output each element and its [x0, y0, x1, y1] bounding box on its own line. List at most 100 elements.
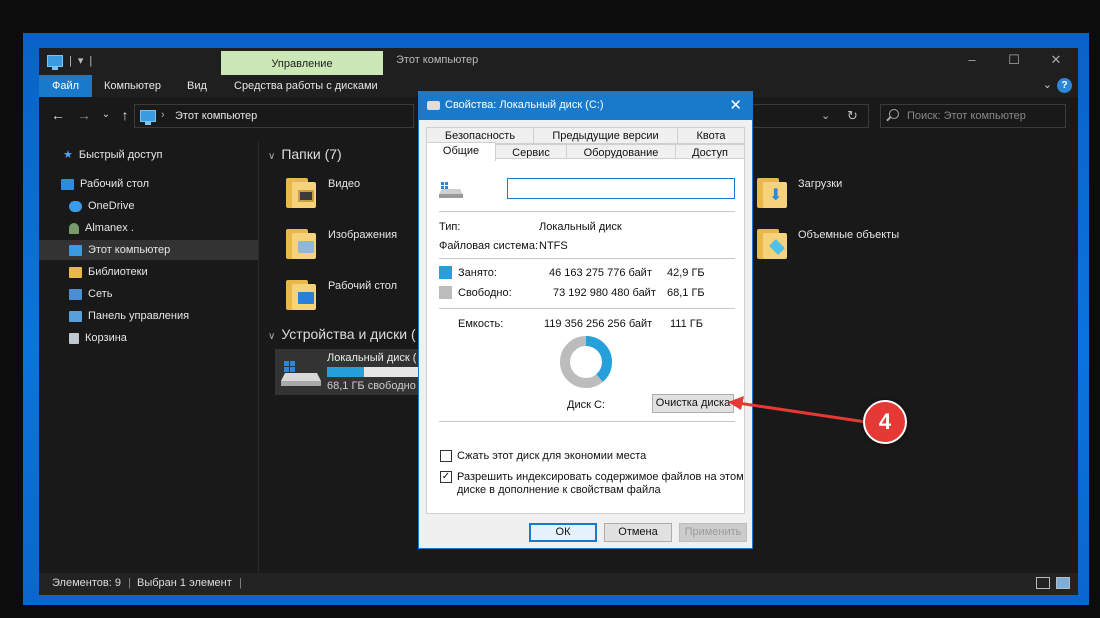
manage-context-tab[interactable]: Управление	[221, 51, 383, 75]
3d-objects-folder-icon[interactable]	[757, 227, 787, 259]
used-gb: 42,9 ГБ	[667, 267, 705, 279]
sidebar-item-label: Корзина	[85, 332, 127, 344]
sidebar-item-libraries[interactable]: Библиотеки	[69, 262, 148, 282]
recent-locations-chevron-icon[interactable]: ⌄	[97, 109, 115, 120]
status-bar: Элементов: 9 | Выбран 1 элемент |	[39, 573, 1078, 595]
address-bar[interactable]: › Этот компьютер	[134, 104, 414, 128]
downloads-folder-icon[interactable]: ⬇	[757, 176, 787, 208]
divider	[439, 258, 735, 259]
sidebar-item-recycle-bin[interactable]: Корзина	[69, 328, 127, 348]
collapse-chevron-icon[interactable]: ∨	[268, 331, 275, 342]
step-number-badge: 4	[863, 400, 907, 444]
refresh-icon[interactable]: ↻	[847, 108, 858, 124]
folder-label-3d-objects[interactable]: Объемные объекты	[798, 229, 899, 241]
title-bar: | ▾ | Управление Этот компьютер – ☐ ✕	[39, 48, 1078, 75]
pictures-folder-icon[interactable]	[286, 227, 316, 259]
videos-folder-icon[interactable]	[286, 176, 316, 208]
help-icon[interactable]: ?	[1057, 78, 1072, 93]
minimize-icon[interactable]: –	[957, 52, 987, 67]
cancel-button[interactable]: Отмена	[604, 523, 672, 542]
quick-access-toolbar: | ▾ |	[47, 54, 93, 70]
star-icon: ★	[63, 149, 73, 161]
desktop-folder-icon[interactable]	[286, 278, 316, 310]
tab-computer[interactable]: Компьютер	[94, 75, 171, 97]
window-title: Этот компьютер	[396, 54, 479, 66]
compress-checkbox[interactable]	[440, 450, 452, 462]
maximize-icon[interactable]: ☐	[999, 52, 1029, 68]
type-label: Тип:	[439, 221, 461, 233]
local-disk-tile[interactable]: Локальный диск ( 68,1 ГБ свободно	[275, 349, 423, 395]
collapse-chevron-icon[interactable]: ∨	[268, 151, 275, 162]
quick-access-dropdown-icon[interactable]: ▾	[78, 54, 84, 67]
tab-drive-tools[interactable]: Средства работы с дисками	[224, 75, 388, 97]
separator-icon: |	[69, 54, 72, 67]
devices-group-header[interactable]: ∨ Устройства и диски (	[268, 326, 416, 342]
sidebar-item-desktop[interactable]: Рабочий стол	[61, 174, 149, 194]
dialog-title: Свойства: Локальный диск (C:)	[445, 99, 604, 111]
general-tab-panel: Тип: Локальный диск Файловая система: NT…	[426, 158, 745, 514]
view-switcher	[1036, 577, 1070, 589]
hard-drive-icon	[439, 182, 463, 198]
hard-drive-icon	[281, 361, 321, 386]
network-icon	[69, 288, 82, 300]
separator-icon: |	[89, 54, 93, 67]
ok-button[interactable]: ОК	[529, 523, 597, 542]
tab-general[interactable]: Общие	[426, 142, 496, 161]
tab-previous-versions[interactable]: Предыдущие версии	[533, 127, 678, 144]
drive-usage-fill	[327, 367, 365, 377]
free-gb: 68,1 ГБ	[667, 287, 705, 299]
compress-label[interactable]: Сжать этот диск для экономии места	[457, 450, 646, 462]
sidebar-item-this-pc[interactable]: Этот компьютер	[39, 240, 258, 260]
used-space-swatch	[439, 266, 452, 279]
large-icons-view-icon[interactable]	[1056, 577, 1070, 589]
index-label-line1[interactable]: Разрешить индексировать содержимое файло…	[457, 471, 744, 483]
used-label: Занято:	[458, 267, 497, 279]
free-bytes: 73 192 980 480 байт	[553, 287, 656, 299]
divider	[439, 211, 735, 212]
index-checkbox[interactable]: ✓	[440, 471, 452, 483]
breadcrumb-separator-icon[interactable]: ›	[161, 109, 165, 121]
sidebar-item-network[interactable]: Сеть	[69, 284, 112, 304]
drive-usage-bar	[327, 367, 423, 377]
back-arrow-icon[interactable]: ←	[49, 107, 67, 123]
search-box[interactable]	[880, 104, 1066, 128]
sidebar-item-label: Сеть	[88, 288, 113, 300]
folder-label-pictures[interactable]: Изображения	[328, 229, 397, 241]
up-arrow-icon[interactable]: ↑	[116, 107, 134, 123]
forward-arrow-icon[interactable]: →	[75, 107, 93, 123]
free-space-swatch	[439, 286, 452, 299]
desktop-icon	[61, 178, 74, 190]
user-icon	[69, 222, 79, 234]
recycle-bin-icon	[69, 332, 79, 344]
search-input[interactable]	[907, 107, 1057, 125]
folders-group-header[interactable]: ∨ Папки (7)	[268, 146, 342, 162]
dialog-title-bar: Свойства: Локальный диск (C:) ✕	[419, 92, 752, 120]
tab-view[interactable]: Вид	[177, 75, 217, 97]
folder-label-videos[interactable]: Видео	[328, 178, 360, 190]
sidebar-item-quick-access[interactable]: ★ Быстрый доступ	[63, 145, 162, 165]
disk-properties-dialog: Свойства: Локальный диск (C:) ✕ Безопасн…	[418, 91, 753, 549]
folder-label-desktop[interactable]: Рабочий стол	[328, 280, 397, 292]
capacity-label: Емкость:	[458, 318, 504, 330]
index-label-line2[interactable]: диске в дополнение к свойствам файла	[457, 484, 661, 496]
folder-label-downloads[interactable]: Загрузки	[798, 178, 842, 190]
sidebar-item-onedrive[interactable]: OneDrive	[69, 196, 134, 216]
divider	[439, 308, 735, 309]
sidebar-item-control-panel[interactable]: Панель управления	[69, 306, 189, 326]
details-view-icon[interactable]	[1036, 577, 1050, 589]
address-bar-controls: ⌄ ↻	[751, 104, 869, 128]
close-icon[interactable]: ✕	[1041, 52, 1071, 68]
volume-label-input[interactable]	[507, 178, 735, 199]
cloud-icon	[69, 200, 82, 212]
address-dropdown-icon[interactable]: ⌄	[821, 109, 830, 122]
close-icon[interactable]: ✕	[729, 96, 742, 114]
apply-button[interactable]: Применить	[679, 523, 747, 542]
tab-file[interactable]: Файл	[39, 75, 92, 97]
tab-quota[interactable]: Квота	[677, 127, 745, 144]
group-header-label: Папки (7)	[281, 146, 342, 162]
divider	[439, 421, 735, 422]
filesystem-label: Файловая система:	[439, 240, 539, 252]
sidebar-item-user[interactable]: Almanex .	[69, 218, 134, 238]
ribbon-expand-chevron-icon[interactable]: ⌄	[1043, 78, 1052, 91]
breadcrumb-this-pc[interactable]: Этот компьютер	[175, 110, 257, 122]
